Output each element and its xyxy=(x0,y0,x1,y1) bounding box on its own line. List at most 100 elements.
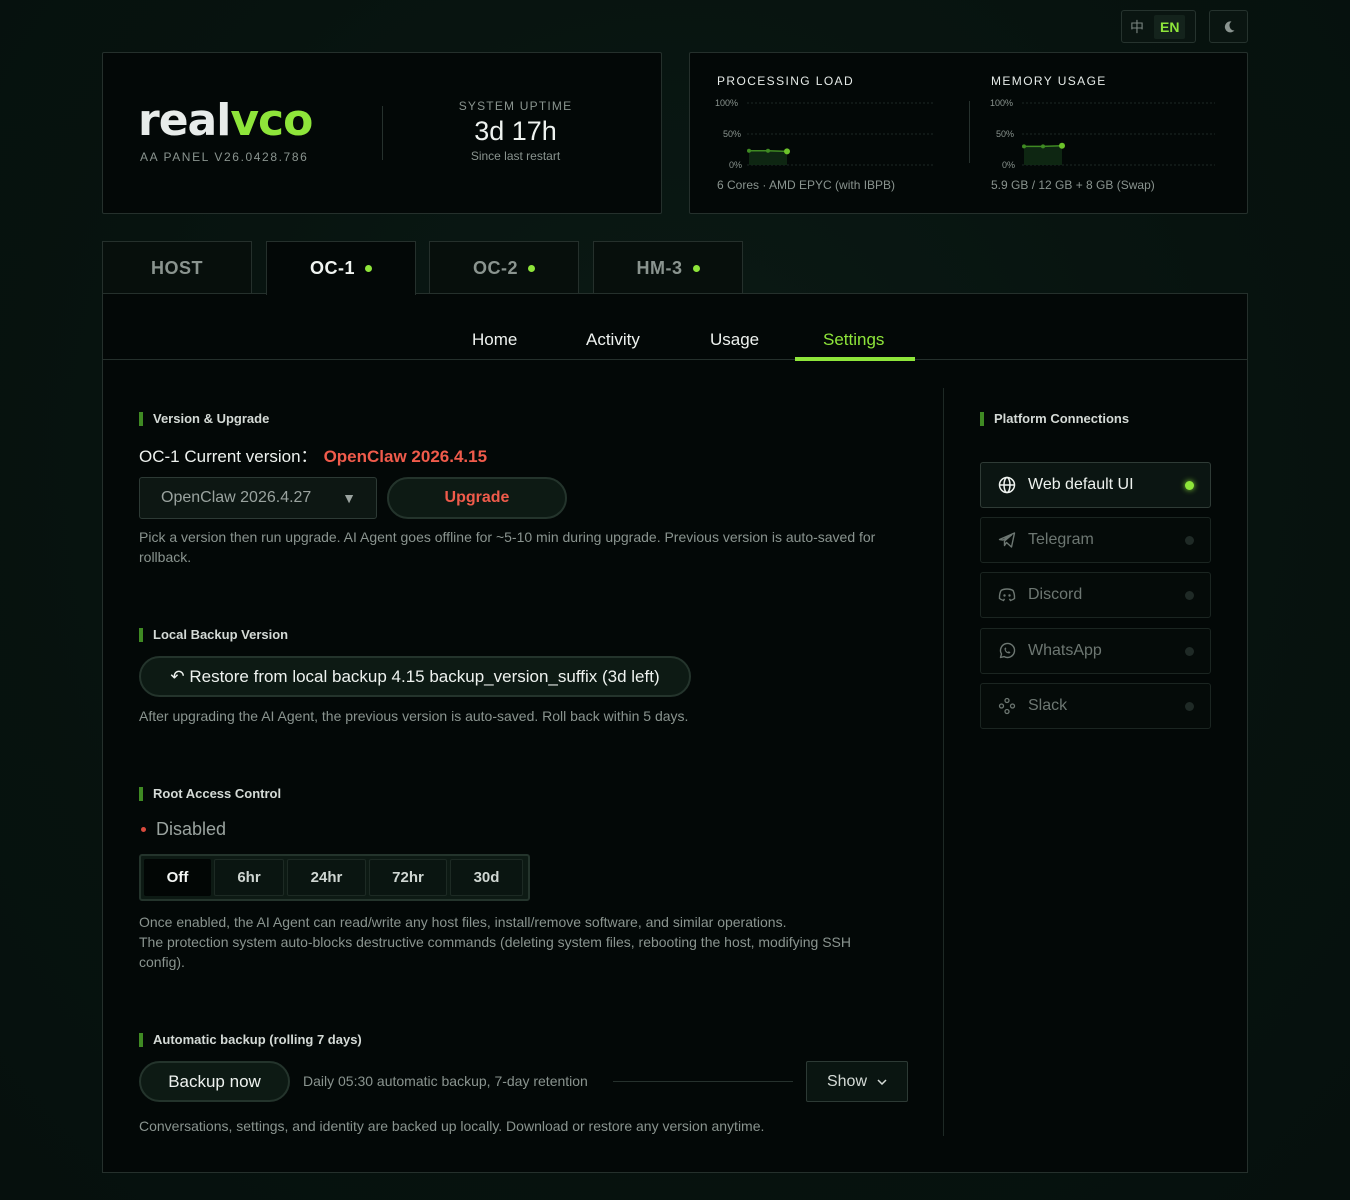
section-title-local-backup: Local Backup Version xyxy=(139,628,288,642)
upgrade-button[interactable]: Upgrade xyxy=(387,477,567,519)
current-version: OC-1 Current version： OpenClaw 2026.4.15 xyxy=(139,442,487,467)
duration-72hr[interactable]: 72hr xyxy=(369,859,447,896)
globe-icon xyxy=(997,475,1017,495)
sub-tabs: Home Activity Usage Settings xyxy=(103,294,1247,361)
lang-en-option[interactable]: EN xyxy=(1154,14,1186,39)
uptime-label: SYSTEM UPTIME xyxy=(458,99,573,113)
lang-zh-option[interactable]: 中 xyxy=(1126,17,1148,37)
main-panel: Home Activity Usage Settings Version & U… xyxy=(102,293,1248,1173)
chevron-down-icon xyxy=(877,1078,887,1085)
slack-icon xyxy=(997,696,1017,716)
backup-now-button[interactable]: Backup now xyxy=(139,1061,290,1102)
data-point xyxy=(1041,144,1045,149)
version-help: Pick a version then run upgrade. AI Agen… xyxy=(139,529,876,565)
platform-discord[interactable]: Discord xyxy=(980,572,1211,618)
tab-activity[interactable]: Activity xyxy=(586,330,640,350)
platform-label: Discord xyxy=(1028,586,1083,603)
data-point xyxy=(766,148,770,153)
column-divider xyxy=(943,388,944,1136)
tab-hm-3[interactable]: HM-3 xyxy=(593,241,743,294)
data-point xyxy=(1022,144,1026,149)
processing-load-footer: 6 Cores · AMD EPYC (with IBPB) xyxy=(717,178,896,192)
status-dot xyxy=(1185,646,1194,656)
status-dot xyxy=(1185,535,1194,545)
section-title-platforms: Platform Connections xyxy=(980,412,1129,426)
platform-slack[interactable]: Slack xyxy=(980,683,1211,729)
platform-telegram[interactable]: Telegram xyxy=(980,517,1211,563)
tick-label: 50% xyxy=(996,129,1014,139)
system-uptime: SYSTEM UPTIME 3d 17h Since last restart xyxy=(443,99,588,163)
processing-load-chart: 100% 50% 0% xyxy=(715,98,935,170)
status-dot xyxy=(365,265,372,272)
platform-web-default-ui[interactable]: Web default UI xyxy=(980,462,1211,508)
tab-host[interactable]: HOST xyxy=(102,241,252,294)
uptime-value: 3d 17h xyxy=(474,116,557,146)
current-version-value: OpenClaw 2026.4.15 xyxy=(323,447,488,466)
series-area xyxy=(1024,145,1062,165)
local-backup-help: After upgrading the AI Agent, the previo… xyxy=(139,708,689,724)
telegram-icon xyxy=(997,530,1017,550)
auto-backup-help: Conversations, settings, and identity ar… xyxy=(139,1118,765,1134)
uptime-sub: Since last restart xyxy=(470,149,561,163)
memory-usage-footer: 5.9 GB / 12 GB + 8 GB (Swap) xyxy=(991,178,1155,192)
memory-usage-chart: 100% 50% 0% xyxy=(990,98,1215,170)
discord-icon xyxy=(997,585,1017,605)
tab-label: HOST xyxy=(150,257,203,278)
version-select-value: OpenClaw 2026.4.27 xyxy=(161,489,312,506)
tab-label: HM-3 xyxy=(636,257,683,278)
duration-30d[interactable]: 30d xyxy=(450,859,523,896)
root-access-status: Disabled xyxy=(141,819,226,840)
backup-schedule: Daily 05:30 automatic backup, 7-day rete… xyxy=(303,1073,588,1089)
stats-card: PROCESSING LOAD 100% 50% 0% 6 Cores · AM… xyxy=(689,52,1248,214)
panel-version: AA PANEL V26.0428.786 xyxy=(140,150,309,164)
show-label: Show xyxy=(826,1072,868,1090)
status-dot xyxy=(1185,480,1194,490)
chevron-down-icon: ▼ xyxy=(342,490,356,506)
section-title-version: Version & Upgrade xyxy=(139,412,269,426)
tick-label: 50% xyxy=(723,129,741,139)
tab-oc-2[interactable]: OC-2 xyxy=(429,241,579,294)
tick-label: 100% xyxy=(715,98,738,108)
section-title-root-access: Root Access Control xyxy=(139,787,281,801)
show-backups-button[interactable]: Show xyxy=(806,1061,908,1102)
tab-settings[interactable]: Settings xyxy=(823,330,884,350)
processing-load-title: PROCESSING LOAD xyxy=(717,74,855,88)
divider xyxy=(613,1081,793,1082)
duration-24hr[interactable]: 24hr xyxy=(287,859,366,896)
theme-toggle-button[interactable] xyxy=(1209,10,1248,43)
brand-card: realvco AA PANEL V26.0428.786 SYSTEM UPT… xyxy=(102,52,662,214)
platform-label: Slack xyxy=(1028,697,1068,714)
restore-backup-button[interactable]: ↶ Restore from local backup 4.15 backup_… xyxy=(139,656,691,697)
tab-label: OC-1 xyxy=(309,258,355,278)
data-point xyxy=(1059,142,1065,149)
platform-label: Web default UI xyxy=(1028,476,1134,493)
tab-home[interactable]: Home xyxy=(472,330,517,350)
tick-label: 100% xyxy=(990,98,1013,108)
tick-label: 0% xyxy=(1002,160,1015,170)
status-dot xyxy=(1185,590,1194,600)
tab-label: OC-2 xyxy=(472,257,518,278)
tab-oc-1[interactable]: OC-1 xyxy=(266,241,416,295)
status-dot xyxy=(1185,701,1194,711)
status-dot xyxy=(692,264,700,272)
logo: realvco xyxy=(138,95,313,146)
duration-off[interactable]: Off xyxy=(144,859,211,896)
moon-icon xyxy=(1224,20,1234,32)
status-dot xyxy=(141,827,146,832)
duration-6hr[interactable]: 6hr xyxy=(214,859,284,896)
root-access-duration-selector: Off 6hr 24hr 72hr 30d xyxy=(139,854,530,901)
platform-whatsapp[interactable]: WhatsApp xyxy=(980,628,1211,674)
language-switcher[interactable]: 中 EN xyxy=(1121,10,1196,43)
root-access-status-text: Disabled xyxy=(156,819,227,839)
series-area xyxy=(749,150,787,165)
root-access-help: Once enabled, the AI Agent can read/writ… xyxy=(139,914,851,970)
current-version-label: OC-1 Current version： xyxy=(139,447,318,466)
tick-label: 0% xyxy=(729,160,742,170)
status-dot xyxy=(528,264,535,272)
version-select[interactable]: OpenClaw 2026.4.27 ▼ xyxy=(139,477,377,519)
data-point xyxy=(784,148,790,155)
tab-usage[interactable]: Usage xyxy=(710,330,759,350)
whatsapp-icon xyxy=(997,641,1017,661)
platform-label: WhatsApp xyxy=(1028,642,1102,659)
section-title-auto-backup: Automatic backup (rolling 7 days) xyxy=(139,1033,362,1047)
